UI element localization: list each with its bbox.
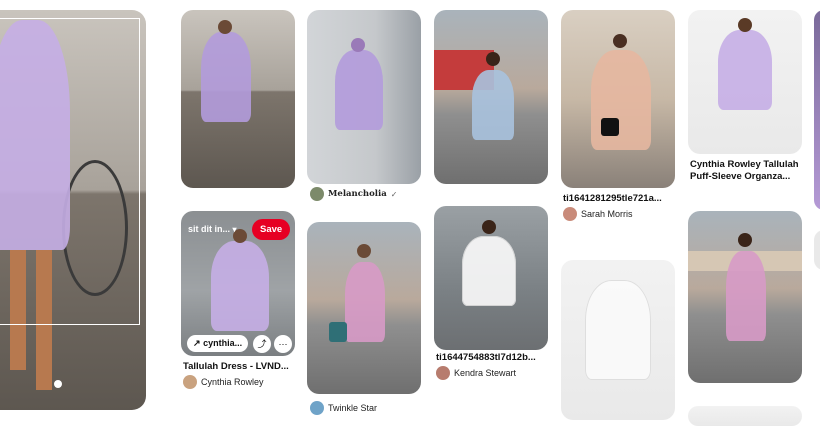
source-link-label: cynthia... <box>203 338 243 348</box>
dress-shape <box>472 70 514 140</box>
pin-card-hovered[interactable]: sit dit in... ▾ Save ↗ cynthia... ⤴ ⋯ <box>181 211 295 356</box>
crop-handle-dot[interactable] <box>54 380 62 388</box>
dress-shape <box>462 236 516 306</box>
pin-card[interactable] <box>688 211 802 383</box>
pin-card[interactable] <box>181 10 295 188</box>
pin-card[interactable] <box>561 260 675 420</box>
avatar <box>310 187 324 201</box>
dress-shape <box>718 30 772 110</box>
author-name: Cynthia Rowley <box>201 377 264 387</box>
handbag-shape <box>601 118 619 136</box>
board-selector[interactable]: sit dit in... ▾ <box>188 224 237 234</box>
pin-card[interactable] <box>307 10 421 184</box>
save-button[interactable]: Save <box>252 219 291 240</box>
pin-card[interactable] <box>688 10 802 154</box>
pin-title[interactable]: ti1641281295tle721a... <box>563 193 675 205</box>
author-name: Twinkle Star <box>328 403 378 413</box>
verified-check-icon: ✓ <box>390 189 398 199</box>
pin-author[interactable]: Cynthia Rowley <box>183 375 264 389</box>
dress-shape <box>726 251 766 341</box>
pin-card[interactable] <box>688 406 802 426</box>
pin-image <box>814 230 820 270</box>
crop-selection-frame[interactable] <box>0 18 140 325</box>
person-head <box>738 18 752 32</box>
more-icon[interactable]: ⋯ <box>274 335 292 353</box>
pin-title[interactable]: Tallulah Dress - LVND... <box>183 361 295 373</box>
share-icon[interactable]: ⤴ <box>253 335 271 353</box>
board-selector-label: sit dit in... <box>188 224 230 234</box>
dress-shape <box>591 50 651 150</box>
pin-card[interactable] <box>561 10 675 188</box>
source-link[interactable]: ↗ cynthia... <box>187 335 249 352</box>
person-head <box>357 244 371 258</box>
person-head <box>486 52 500 66</box>
pin-card[interactable] <box>434 10 548 184</box>
dress-shape <box>585 280 651 380</box>
pin-author[interactable]: Twinkle Star <box>310 401 377 415</box>
pin-image <box>814 10 820 210</box>
pin-card[interactable] <box>307 222 421 394</box>
dress-shape <box>335 50 383 130</box>
dress-shape <box>345 262 385 342</box>
dress-shape <box>201 32 251 122</box>
author-name: Melancholia <box>328 189 387 199</box>
avatar <box>436 366 450 380</box>
dress-shape <box>211 241 269 331</box>
pin-author[interactable]: Melancholia ✓ <box>310 187 397 201</box>
arrow-up-right-icon: ↗ <box>193 338 201 348</box>
person-head <box>738 233 752 247</box>
author-name: Sarah Morris <box>581 209 633 219</box>
selected-image-viewer <box>0 10 146 410</box>
person-head <box>482 220 496 234</box>
pin-title[interactable]: ti1644754883tl7d12b... <box>436 352 548 364</box>
person-head <box>218 20 232 34</box>
avatar <box>310 401 324 415</box>
person-head <box>351 38 365 52</box>
pin-card-partial[interactable] <box>814 230 820 270</box>
pin-title-line[interactable]: Cynthia Rowley Tallulah <box>690 159 815 171</box>
pin-title-line[interactable]: Puff-Sleeve Organza... <box>690 171 815 183</box>
pin-card[interactable] <box>434 206 548 350</box>
avatar <box>563 207 577 221</box>
pin-image <box>688 406 802 426</box>
person-head <box>613 34 627 48</box>
handbag-shape <box>329 322 347 342</box>
pin-author[interactable]: Sarah Morris <box>563 207 633 221</box>
pin-card-partial[interactable] <box>814 10 820 210</box>
pin-author[interactable]: Kendra Stewart <box>436 366 516 380</box>
avatar <box>183 375 197 389</box>
chevron-down-icon: ▾ <box>232 225 237 234</box>
author-name: Kendra Stewart <box>454 368 517 378</box>
